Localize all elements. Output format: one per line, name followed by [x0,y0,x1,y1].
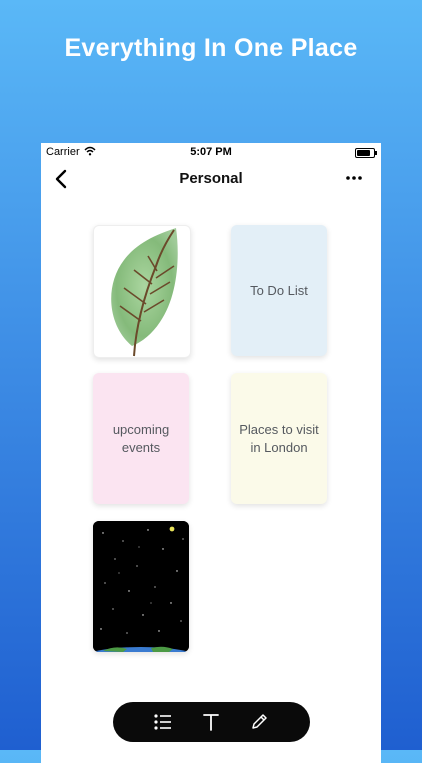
note-card-todo[interactable]: To Do List [231,225,327,356]
note-card-places-london[interactable]: Places to visit in London [231,373,327,504]
note-card-leaf-drawing[interactable] [93,225,191,358]
ellipsis-icon[interactable] [345,173,363,183]
phone-screen: Carrier 5:07 PM Personal To Do List upco… [41,143,381,763]
note-label: To Do List [250,282,308,298]
note-label: upcoming events [112,421,170,455]
pen-icon[interactable] [249,712,269,732]
headline: Everything In One Place [64,34,358,62]
starry-sky-drawing [93,521,189,652]
note-label: Places to visit in London [239,421,319,455]
checklist-icon[interactable] [153,712,173,732]
page-title: Personal [179,170,243,187]
text-icon[interactable] [201,712,221,732]
navigation-bar: Personal [41,165,381,195]
status-bar: Carrier 5:07 PM [41,143,381,161]
status-time: 5:07 PM [190,146,232,158]
battery-icon [355,148,377,158]
note-card-starry-sky-drawing[interactable] [93,521,189,652]
note-card-upcoming-events[interactable]: upcoming events [93,373,189,504]
bottom-toolbar [113,702,310,742]
leaf-drawing [111,228,178,357]
